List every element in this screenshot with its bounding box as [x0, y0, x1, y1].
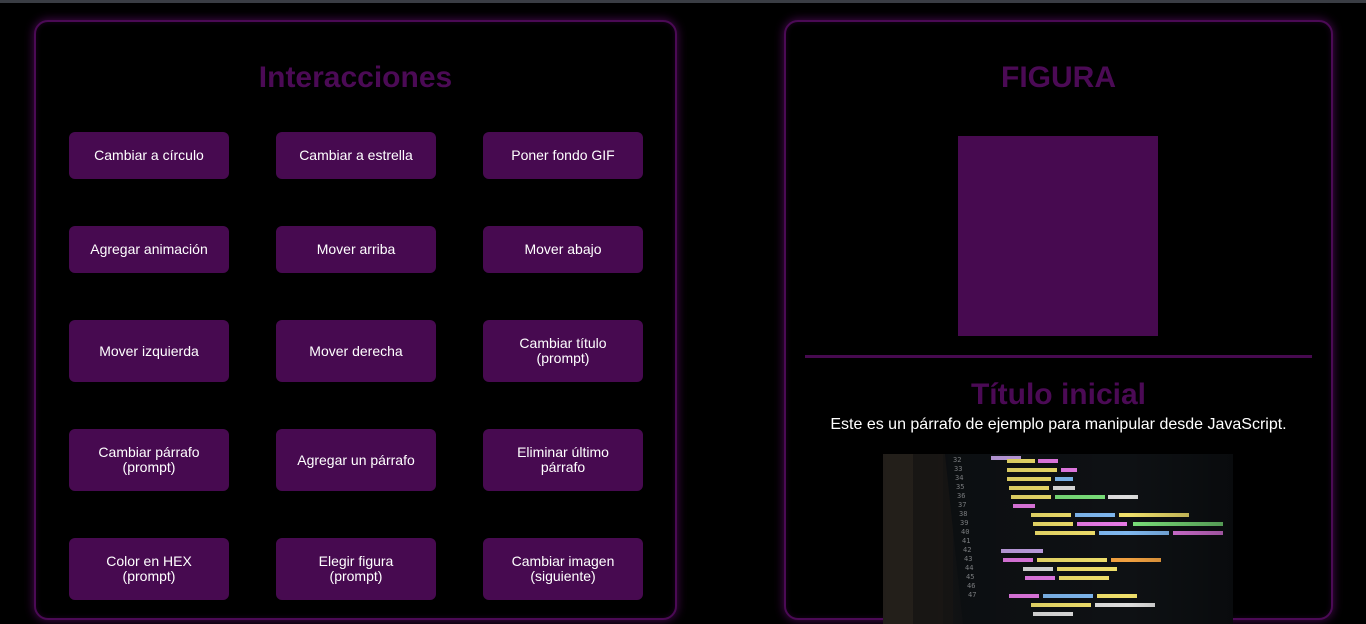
window-top-border — [0, 0, 1366, 3]
choose-figure-button[interactable]: Elegir figura (prompt) — [276, 538, 436, 600]
move-right-button[interactable]: Mover derecha — [276, 320, 436, 382]
interactions-panel: Interacciones Cambiar a círculo Cambiar … — [34, 20, 677, 620]
move-left-button[interactable]: Mover izquierda — [69, 320, 229, 382]
figure-panel: FIGURA Título inicial Este es un párrafo… — [784, 20, 1333, 624]
set-gif-background-button[interactable]: Poner fondo GIF — [483, 132, 643, 179]
code-image-art: 323334 353637 383940 414243 444546 47 — [883, 454, 1233, 624]
remove-last-paragraph-button[interactable]: Eliminar último párrafo — [483, 429, 643, 491]
change-title-button[interactable]: Cambiar título (prompt) — [483, 320, 643, 382]
next-image-button[interactable]: Cambiar imagen (siguiente) — [483, 538, 643, 600]
add-animation-button[interactable]: Agregar animación — [69, 226, 229, 273]
change-to-circle-button[interactable]: Cambiar a círculo — [69, 132, 229, 179]
change-paragraph-button[interactable]: Cambiar párrafo (prompt) — [69, 429, 229, 491]
hex-color-button[interactable]: Color en HEX (prompt) — [69, 538, 229, 600]
section-divider — [805, 355, 1312, 358]
figure-shape — [958, 136, 1158, 336]
content-paragraph: Este es un párrafo de ejemplo para manip… — [830, 416, 1287, 433]
content-title: Título inicial — [970, 378, 1146, 411]
change-to-star-button[interactable]: Cambiar a estrella — [276, 132, 436, 179]
figure-title: FIGURA — [1001, 61, 1116, 94]
move-up-button[interactable]: Mover arriba — [276, 226, 436, 273]
add-paragraph-button[interactable]: Agregar un párrafo — [276, 429, 436, 491]
code-image: 323334 353637 383940 414243 444546 47 — [883, 454, 1233, 624]
move-down-button[interactable]: Mover abajo — [483, 226, 643, 273]
interactions-title: Interacciones — [258, 61, 453, 94]
